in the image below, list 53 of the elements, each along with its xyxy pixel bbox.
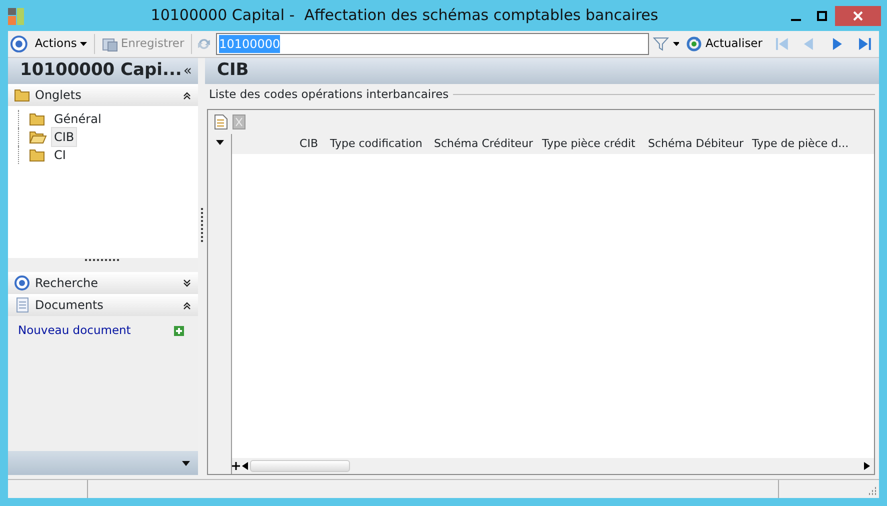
refresh-icon — [686, 36, 702, 52]
target-icon — [14, 275, 30, 291]
section-title: Recherche — [35, 275, 100, 292]
tree-item[interactable]: CIB — [51, 127, 78, 147]
close-button[interactable] — [835, 6, 881, 26]
dropdown-arrow-icon[interactable] — [182, 460, 190, 466]
document-icon — [14, 297, 30, 313]
scroll-left-icon[interactable] — [242, 462, 248, 470]
collapse-icon[interactable] — [182, 90, 192, 100]
caret-icon[interactable] — [216, 140, 224, 146]
actions-menu-button[interactable]: Actions — [32, 34, 90, 54]
column-header[interactable]: CIB — [232, 136, 324, 152]
tree-item[interactable]: Général — [51, 109, 104, 129]
collapse-button[interactable]: « — [183, 60, 192, 82]
caret-icon — [80, 42, 87, 46]
column-header[interactable]: Schéma Débiteur — [642, 136, 746, 152]
column-header[interactable]: Type pièce crédit — [536, 136, 642, 152]
expand-icon[interactable] — [182, 278, 192, 288]
tree-item[interactable]: CI — [51, 145, 69, 165]
open-folder-icon — [29, 129, 47, 145]
add-icon[interactable] — [174, 326, 184, 336]
new-record-icon[interactable] — [214, 114, 228, 130]
last-record-icon[interactable] — [857, 36, 873, 52]
section-title: Onglets — [35, 87, 82, 104]
close-icon — [853, 10, 863, 20]
column-header[interactable]: Type codification — [324, 136, 428, 152]
scroll-right-icon[interactable] — [864, 462, 870, 470]
resize-grip-icon[interactable] — [867, 486, 877, 496]
resize-grip-icon[interactable] — [85, 258, 121, 262]
column-header[interactable]: Schéma Créditeur — [428, 136, 536, 152]
folder-icon — [14, 87, 30, 103]
app-logo-icon — [6, 6, 26, 26]
save-icon — [102, 36, 118, 52]
scrollbar-thumb[interactable] — [250, 460, 350, 472]
section-title: Documents — [35, 297, 104, 314]
folder-icon — [29, 111, 47, 127]
section-header[interactable]: Documents — [8, 294, 198, 316]
section-header[interactable]: Onglets — [8, 84, 198, 106]
folder-icon — [29, 147, 47, 163]
new-document-link[interactable]: Nouveau document — [18, 322, 131, 340]
add-row-icon[interactable] — [232, 462, 240, 470]
collapse-icon[interactable] — [182, 300, 192, 310]
section-header[interactable]: Recherche — [8, 272, 198, 294]
column-header[interactable]: Type de pièce d... — [746, 136, 850, 152]
refresh-button[interactable]: Actualiser — [683, 34, 766, 54]
group-label: Liste des codes opérations interbancaires — [209, 86, 449, 103]
maximize-icon — [817, 10, 827, 20]
target-icon[interactable] — [10, 35, 28, 53]
caret-icon[interactable] — [672, 42, 680, 46]
panel-title: CIB — [217, 59, 249, 82]
sidebar-title: 10100000 Capi... — [20, 59, 182, 82]
minimize-icon — [791, 18, 801, 20]
window-title: 10100000 Capital - Affectation des schémas comptables bancaires — [150, 5, 660, 26]
